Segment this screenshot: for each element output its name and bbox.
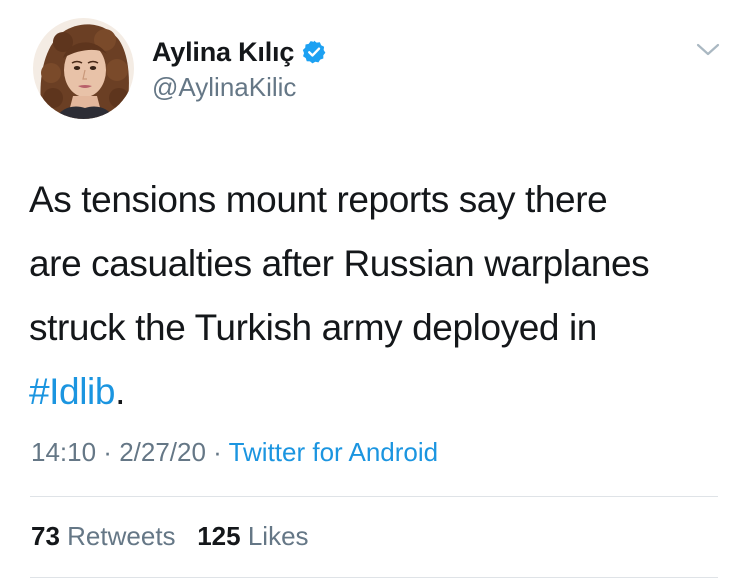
meta-separator: · xyxy=(96,437,120,467)
tweet-text-main: As tensions mount reports say there are … xyxy=(29,179,650,348)
hashtag-link[interactable]: #Idlib xyxy=(29,371,115,412)
likes-stat[interactable]: 125 Likes xyxy=(197,521,308,551)
retweets-label: Retweets xyxy=(67,521,176,551)
divider xyxy=(30,496,718,497)
author-name-row[interactable]: Aylina Kılıç xyxy=(152,36,327,68)
tweet-stats: 73 Retweets 125 Likes xyxy=(31,521,309,552)
verified-badge-icon xyxy=(301,39,327,65)
tweet-source-link[interactable]: Twitter for Android xyxy=(229,437,439,467)
divider xyxy=(30,577,718,578)
retweets-count: 73 xyxy=(31,521,60,551)
tweet-text: As tensions mount reports say there are … xyxy=(29,168,729,424)
likes-label: Likes xyxy=(247,521,309,551)
author-avatar[interactable] xyxy=(33,18,134,119)
avatar-photo xyxy=(33,18,134,119)
chevron-down-icon[interactable] xyxy=(694,38,722,60)
author-display-name[interactable]: Aylina Kılıç xyxy=(152,37,294,68)
meta-separator: · xyxy=(205,437,229,467)
tweet-date[interactable]: 2/27/20 xyxy=(119,437,206,467)
tweet-time[interactable]: 14:10 xyxy=(31,437,96,467)
likes-count: 125 xyxy=(197,521,241,551)
tweet-meta: 14:10 · 2/27/20 · Twitter for Android xyxy=(31,437,438,468)
tweet-text-end: . xyxy=(115,371,125,412)
tweet-card: Aylina Kılıç @AylinaKilic As tensions mo… xyxy=(0,0,750,581)
retweets-stat[interactable]: 73 Retweets xyxy=(31,521,176,551)
author-handle[interactable]: @AylinaKilic xyxy=(152,72,296,103)
